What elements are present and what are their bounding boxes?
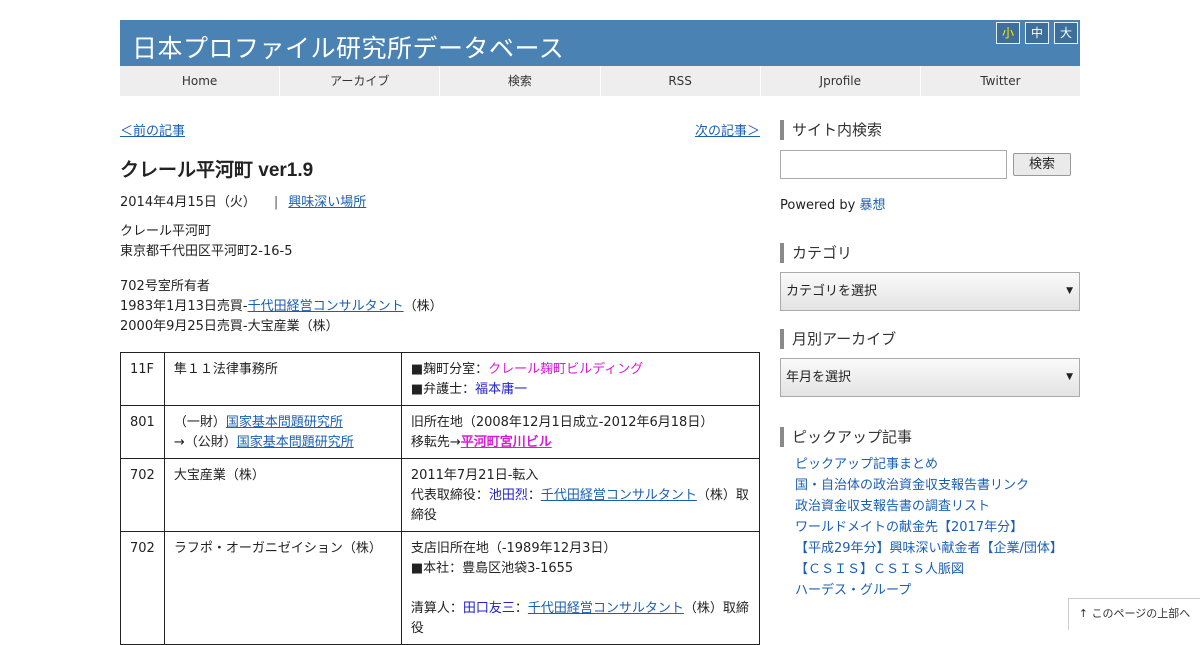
site-header-wrap: 日本プロファイル研究所データベース 小 中 大 Home アーカイブ 検索 RS… [120,20,1080,96]
prev-post-link[interactable]: ＜前の記事 [120,120,185,139]
nav-rss[interactable]: RSS [601,66,761,96]
owner-line-1-suffix: （株） [403,299,443,314]
meta-separator: | [273,195,279,210]
tenant-name-cell: 大宝産業（株） [163,458,402,532]
powered-link[interactable]: 暴想 [860,198,886,213]
pickup-item[interactable]: ハーデス・グループ [795,580,1080,601]
tenant-name-cell: 隼１１法律事務所 [163,352,402,406]
owner-line-1: 1983年1月13日売買-千代田経営コンサルタント（株） [120,297,760,317]
floor-cell: 702 [120,458,165,532]
pickup-item[interactable]: ワールドメイトの献金先【2017年分】 [795,517,1080,538]
owner-line-1-link[interactable]: 千代田経営コンサルタント [248,299,404,314]
category-select-value: カテゴリを選択 [786,284,878,299]
detail-prefix: 清算人： [410,601,463,616]
detail-prefix: ■麹町分室： [410,362,489,377]
owner-line-2: 2000年9月25日売買-大宝産業（株） [120,319,339,334]
nav-twitter[interactable]: Twitter [921,66,1080,96]
company-link[interactable]: 千代田経営コンサルタント [541,488,697,503]
owner-line-1-prefix: 1983年1月13日売買- [120,299,248,314]
powered-by: Powered by 暴想 [780,194,1080,213]
floor-cell: 11F [120,352,165,406]
pickup-item[interactable]: 政治資金収支報告書の調査リスト [795,496,1080,517]
table-row: 801 （一財）国家基本問題研究所 →（公財）国家基本問題研究所 旧所在地（20… [120,405,761,459]
archive-select[interactable]: 年月を選択 ▼ [780,358,1080,397]
search-input[interactable] [780,150,1007,179]
owner-history: 702号室所有者 1983年1月13日売買-千代田経営コンサルタント（株） 20… [120,277,760,337]
table-row: 702 ラフポ・オーガニゼイション（株） 支店旧所在地（-1989年12月3日）… [120,531,761,645]
detail-text: 旧所在地（2008年12月1日成立-2012年6月18日） [410,415,714,430]
tenant-link[interactable]: 国家基本問題研究所 [226,415,343,430]
name-prefix: （一財） [173,415,226,430]
detail-text: 支店旧所在地（-1989年12月3日） [410,541,617,556]
detail-colon: ： [514,601,528,616]
owner-heading: 702号室所有者 [120,279,210,294]
site-title[interactable]: 日本プロファイル研究所データベース [132,29,564,65]
building-name: クレール平河町 [120,224,212,239]
dropdown-arrow-icon: ▼ [1066,372,1073,382]
tenant-detail-cell: 旧所在地（2008年12月1日成立-2012年6月18日） 移転先→平河町宮川ビ… [400,405,761,459]
search-form: 検索 [780,150,1080,179]
search-button[interactable]: 検索 [1013,153,1071,176]
post-navigation: ＜前の記事 次の記事＞ [120,120,760,139]
floor-cell: 801 [120,405,165,459]
detail-link[interactable]: クレール麹町ビルディング [488,362,643,377]
tenant-detail-cell: ■麹町分室：クレール麹町ビルディング ■弁護士：福本庸一 [400,352,761,406]
detail-colon: ： [527,488,541,503]
powered-prefix: Powered by [780,198,856,213]
sidebar: サイト内検索 検索 Powered by 暴想 カテゴリ カテゴリを選択 ▼ 月… [780,120,1080,601]
pickup-item[interactable]: ピックアップ記事まとめ [795,454,1080,475]
dropdown-arrow-icon: ▼ [1066,286,1073,296]
archive-select-value: 年月を選択 [786,370,852,385]
search-widget-title: サイト内検索 [780,120,1080,140]
font-size-medium-button[interactable]: 中 [1025,22,1049,44]
nav-archive[interactable]: アーカイブ [280,66,441,96]
table-row: 702 大宝産業（株） 2011年7月21日-転入 代表取締役：池田烈：千代田経… [120,458,761,532]
tenant-name-cell: ラフポ・オーガニゼイション（株） [163,531,402,645]
nav-home[interactable]: Home [120,66,281,96]
detail-prefix: 移転先→ [410,435,461,450]
font-size-large-button[interactable]: 大 [1054,22,1078,44]
tenant-detail-cell: 2011年7月21日-転入 代表取締役：池田烈：千代田経営コンサルタント（株）取… [400,458,761,532]
next-post-link[interactable]: 次の記事＞ [695,120,760,139]
company-link[interactable]: 千代田経営コンサルタント [528,601,684,616]
floor-cell: 702 [120,531,165,645]
category-select[interactable]: カテゴリを選択 ▼ [780,272,1080,311]
name-prefix: →（公財） [173,435,237,450]
detail-text: 2011年7月21日-転入 [410,468,539,483]
person-link[interactable]: 福本庸一 [475,382,527,397]
back-to-top-button[interactable]: ↑ このページの上部へ [1068,598,1200,630]
tenant-detail-cell: 支店旧所在地（-1989年12月3日） ■本社：豊島区池袋3-1655 清算人：… [400,531,761,645]
pickup-item[interactable]: 【ＣＳＩＳ】ＣＳＩＳ人脈図 [795,559,1080,580]
person-link[interactable]: 池田烈 [489,488,528,503]
table-row: 11F 隼１１法律事務所 ■麹町分室：クレール麹町ビルディング ■弁護士：福本庸… [120,352,761,406]
tenant-table: 11F 隼１１法律事務所 ■麹町分室：クレール麹町ビルディング ■弁護士：福本庸… [120,352,761,645]
detail-prefix: ■弁護士： [410,382,476,397]
font-size-switcher: 小 中 大 [996,22,1078,44]
main-content: ＜前の記事 次の記事＞ クレール平河町 ver1.9 2014年4月15日（火）… [120,120,761,645]
building-address: 東京都千代田区平河町2-16-5 [120,244,293,259]
post-category-link[interactable]: 興味深い場所 [288,195,366,210]
post-location: クレール平河町 東京都千代田区平河町2-16-5 [120,222,760,262]
global-nav: Home アーカイブ 検索 RSS Jprofile Twitter [120,66,1080,96]
detail-prefix: 代表取締役： [410,488,489,503]
tenant-name-cell: （一財）国家基本問題研究所 →（公財）国家基本問題研究所 [163,405,402,459]
font-size-small-button[interactable]: 小 [996,22,1020,44]
site-header: 日本プロファイル研究所データベース 小 中 大 [120,20,1080,66]
archive-widget-title: 月別アーカイブ [780,329,1080,349]
person-link[interactable]: 田口友三 [463,601,515,616]
pickup-item[interactable]: 【平成29年分】興味深い献金者【企業/団体】 [795,538,1080,559]
detail-link[interactable]: 平河町宮川ビル [461,435,552,450]
pickup-list: ピックアップ記事まとめ 国・自治体の政治資金収支報告書リンク 政治資金収支報告書… [795,454,1080,601]
pickup-widget-title: ピックアップ記事 [780,427,1080,447]
post-meta: 2014年4月15日（火） | 興味深い場所 [120,191,760,210]
tenant-link[interactable]: 国家基本問題研究所 [237,435,354,450]
post-title: クレール平河町 ver1.9 [120,160,314,181]
pickup-item[interactable]: 国・自治体の政治資金収支報告書リンク [795,475,1080,496]
category-widget-title: カテゴリ [780,243,1080,263]
nav-search[interactable]: 検索 [440,66,601,96]
nav-jprofile[interactable]: Jprofile [761,66,921,96]
post-date: 2014年4月15日（火） [120,195,256,210]
detail-text: ■本社：豊島区池袋3-1655 [410,561,574,576]
